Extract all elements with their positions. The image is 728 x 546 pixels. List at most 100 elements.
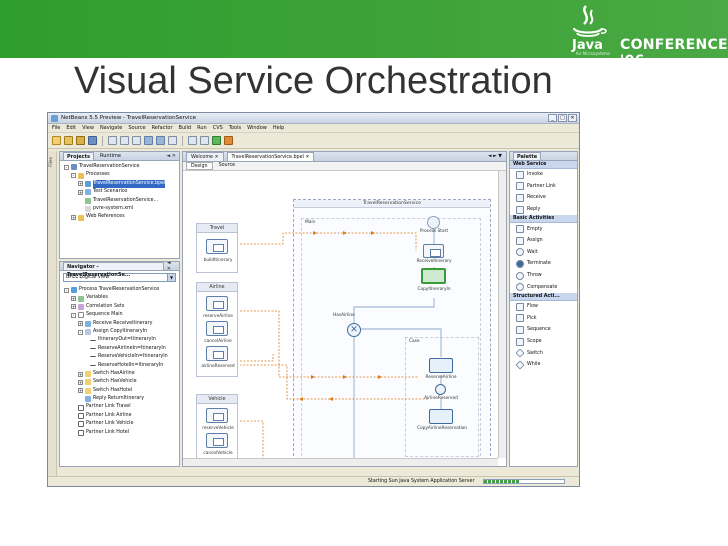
- tab-source[interactable]: Source: [215, 162, 239, 170]
- nav-node[interactable]: Partner Link Airline: [64, 412, 179, 420]
- nav-node[interactable]: Partner Link Travel: [64, 403, 179, 411]
- expand-toggle[interactable]: -: [64, 287, 69, 293]
- menu-edit[interactable]: Edit: [66, 125, 76, 131]
- nav-node[interactable]: + Variables: [64, 294, 179, 302]
- nav-node[interactable]: + Switch HasAirline: [64, 370, 179, 378]
- menu-tools[interactable]: Tools: [229, 125, 241, 131]
- nav-node[interactable]: Reply ReturnItinerary: [64, 395, 179, 403]
- save-all-icon[interactable]: [88, 136, 97, 145]
- panel-controls[interactable]: ◄ ✕: [167, 260, 176, 272]
- open-project-icon[interactable]: [76, 136, 85, 145]
- new-file-icon[interactable]: [52, 136, 61, 145]
- debug-icon[interactable]: [224, 136, 233, 145]
- palette-item-sequence[interactable]: Sequence: [510, 324, 577, 336]
- close-button[interactable]: ✕: [568, 114, 577, 122]
- nav-node[interactable]: ReserveAirlineIn=ItineraryIn: [64, 345, 179, 353]
- menu-help[interactable]: Help: [273, 125, 284, 131]
- process-start-node[interactable]: [427, 216, 440, 229]
- expand-toggle[interactable]: +: [78, 181, 83, 187]
- close-icon[interactable]: ✕: [214, 155, 218, 160]
- tab-palette[interactable]: Palette: [513, 152, 542, 160]
- expand-toggle[interactable]: +: [78, 371, 83, 377]
- tab-welcome[interactable]: Welcome ✕: [186, 152, 224, 161]
- menu-navigate[interactable]: Navigate: [100, 125, 122, 131]
- new-project-icon[interactable]: [64, 136, 73, 145]
- tab-runtime[interactable]: Runtime: [97, 152, 124, 160]
- expand-toggle[interactable]: +: [78, 388, 83, 394]
- menu-refactor[interactable]: Refactor: [152, 125, 173, 131]
- maximize-button[interactable]: □: [558, 114, 567, 122]
- menu-run[interactable]: Run: [197, 125, 207, 131]
- nav-node[interactable]: - Assign CopyItineraryIn: [64, 328, 179, 336]
- expand-toggle[interactable]: +: [71, 215, 76, 221]
- horizontal-scrollbar[interactable]: [183, 458, 498, 466]
- palette-item-wait[interactable]: Wait: [510, 247, 577, 259]
- paste-icon[interactable]: [132, 136, 141, 145]
- palette-group-basic-activities[interactable]: Basic Activities: [510, 215, 577, 224]
- close-icon[interactable]: ✕: [305, 155, 309, 160]
- receive-activity-icon[interactable]: [423, 244, 444, 258]
- tree-node-web-references[interactable]: + Web References: [64, 213, 179, 221]
- tree-node-wsdl[interactable]: TravelReservationService...: [64, 197, 179, 205]
- palette-item-while[interactable]: While: [510, 359, 577, 371]
- run-icon[interactable]: [212, 136, 221, 145]
- nav-node[interactable]: + Switch HasHotel: [64, 387, 179, 395]
- menu-source[interactable]: Source: [128, 125, 145, 131]
- nav-node[interactable]: ItineraryOut=ItineraryIn: [64, 336, 179, 344]
- palette-item-invoke[interactable]: Invoke: [510, 169, 577, 181]
- nav-node[interactable]: Partner Link Vehicle: [64, 420, 179, 428]
- chevron-down-icon[interactable]: ▼: [167, 274, 175, 281]
- expand-toggle[interactable]: +: [71, 296, 76, 302]
- invoke-activity[interactable]: [429, 358, 453, 373]
- tree-node-xml[interactable]: pvre-system.xml: [64, 205, 179, 213]
- find-icon[interactable]: [168, 136, 177, 145]
- nav-node[interactable]: - Process TravelReservationService: [64, 286, 179, 294]
- tab-design[interactable]: Design: [186, 162, 213, 170]
- palette-item-switch[interactable]: Switch: [510, 347, 577, 359]
- palette-group-structured-activities[interactable]: Structured Acti...: [510, 292, 577, 301]
- redo-icon[interactable]: [156, 136, 165, 145]
- design-canvas[interactable]: Travel buildItinerary Airline reserveAir…: [183, 171, 498, 458]
- palette-item-reply[interactable]: Reply: [510, 204, 577, 216]
- tree-node-project[interactable]: - TravelReservationService: [64, 163, 179, 171]
- assign-activity-selected[interactable]: [421, 268, 446, 284]
- palette-item-scope[interactable]: Scope: [510, 336, 577, 348]
- tab-navigator[interactable]: Navigator - TravelReservationSe...: [63, 262, 164, 278]
- tab-bpel-file[interactable]: TravelReservationService.bpel ✕: [226, 152, 315, 161]
- palette-item-assign[interactable]: Assign: [510, 235, 577, 247]
- build-icon[interactable]: [188, 136, 197, 145]
- nav-node[interactable]: ReserveHotelIn=ItineraryIn: [64, 362, 179, 370]
- palette-item-receive[interactable]: Receive: [510, 192, 577, 204]
- tree-node-test-scenarios[interactable]: + Test Scenarios: [64, 188, 179, 196]
- tree-node-bpel-file[interactable]: + TravelReservationService.bpel: [64, 179, 179, 189]
- palette-item-empty[interactable]: Empty: [510, 223, 577, 235]
- palette-item-compensate[interactable]: Compensate: [510, 281, 577, 293]
- menu-view[interactable]: View: [82, 125, 94, 131]
- assign-activity[interactable]: [429, 409, 453, 424]
- palette-item-terminate[interactable]: Terminate: [510, 258, 577, 270]
- minimize-button[interactable]: _: [548, 114, 557, 122]
- menu-cvs[interactable]: CVS: [213, 125, 223, 131]
- menu-file[interactable]: File: [52, 125, 60, 131]
- panel-controls[interactable]: ◄ ✕: [166, 153, 176, 159]
- tree-node-processes[interactable]: - Processes: [64, 171, 179, 179]
- nav-node[interactable]: Partner Link Hotel: [64, 429, 179, 437]
- menu-build[interactable]: Build: [179, 125, 192, 131]
- copy-icon[interactable]: [120, 136, 129, 145]
- palette-item-flow[interactable]: Flow: [510, 301, 577, 313]
- cut-icon[interactable]: [108, 136, 117, 145]
- clean-build-icon[interactable]: [200, 136, 209, 145]
- expand-toggle[interactable]: -: [64, 164, 69, 170]
- expand-toggle[interactable]: -: [78, 329, 83, 335]
- expand-toggle[interactable]: +: [78, 189, 83, 195]
- nav-node[interactable]: + Receive ReceiveItinerary: [64, 320, 179, 328]
- receive-event-node[interactable]: [435, 384, 446, 395]
- expand-toggle[interactable]: -: [71, 173, 76, 179]
- expand-toggle[interactable]: +: [71, 304, 76, 310]
- nav-node[interactable]: - Sequence Main: [64, 311, 179, 319]
- palette-item-pick[interactable]: Pick: [510, 313, 577, 325]
- nav-node[interactable]: + Switch HasVehicle: [64, 378, 179, 386]
- palette-group-web-service[interactable]: Web Service: [510, 161, 577, 169]
- expand-toggle[interactable]: +: [78, 379, 83, 385]
- vertical-scrollbar[interactable]: [498, 171, 506, 458]
